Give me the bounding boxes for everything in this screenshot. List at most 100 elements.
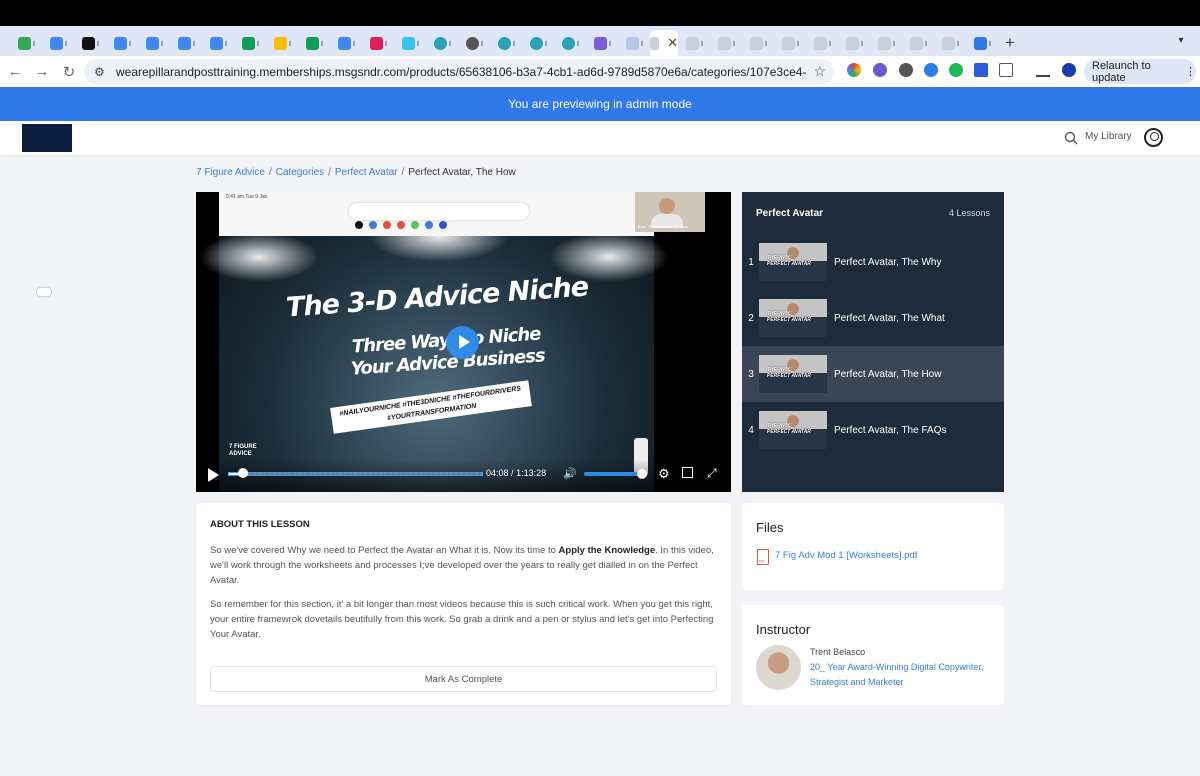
webcam-overlay: Trent "Pillar Hacker" Belasco	[635, 192, 705, 232]
forward-icon[interactable]: →	[30, 60, 54, 84]
seek-bar[interactable]	[228, 468, 483, 478]
extension-icon[interactable]	[949, 63, 963, 77]
logo-mark	[36, 287, 52, 297]
tab[interactable]	[10, 30, 42, 56]
extension-icon[interactable]	[873, 63, 887, 77]
tab[interactable]	[490, 30, 522, 56]
site-info-icon[interactable]: ⚙	[94, 65, 110, 79]
tab[interactable]	[138, 30, 170, 56]
download-icon[interactable]	[1036, 63, 1050, 77]
extension-icon[interactable]	[899, 63, 913, 77]
lesson-item[interactable]: 2 Perfect Avatar, The What	[742, 290, 1004, 346]
site-logo[interactable]	[22, 124, 72, 297]
tab[interactable]	[266, 30, 298, 56]
new-tab-button[interactable]: +	[998, 30, 1022, 56]
about-text: So we've covered Why we need to Perfect …	[210, 545, 559, 556]
lesson-thumbnail	[759, 299, 827, 337]
tab[interactable]	[586, 30, 618, 56]
breadcrumb-link[interactable]: Categories	[276, 167, 324, 178]
tab[interactable]	[106, 30, 138, 56]
tab-active[interactable]: ✕	[650, 30, 678, 56]
video-player[interactable]: 9:41 am Tue 9 Jan The 3-D Advice Niche T…	[196, 192, 731, 492]
avatar	[756, 645, 801, 690]
tab[interactable]	[554, 30, 586, 56]
slack-icon	[401, 36, 415, 50]
search-icon[interactable]	[1064, 131, 1078, 145]
tab[interactable]	[678, 30, 710, 56]
tab[interactable]	[458, 30, 490, 56]
tab[interactable]	[74, 30, 106, 56]
duration: 1:13:28	[516, 468, 547, 478]
breadcrumb: 7 Figure Advice / Categories / Perfect A…	[196, 167, 516, 178]
lesson-item[interactable]: 4 Perfect Avatar, The FAQs	[742, 402, 1004, 458]
reload-icon[interactable]: ↻	[57, 60, 81, 84]
mark-complete-button[interactable]: Mark As Complete	[210, 666, 717, 692]
url-text[interactable]: wearepillarandposttraining.memberships.m…	[116, 65, 806, 79]
tab[interactable]	[42, 30, 74, 56]
docs-icon	[337, 36, 351, 50]
breadcrumb-separator: /	[268, 167, 272, 178]
play-icon[interactable]	[208, 468, 219, 482]
page-icon	[941, 36, 955, 50]
tab[interactable]	[838, 30, 870, 56]
big-play-button[interactable]	[446, 326, 479, 359]
tab[interactable]	[934, 30, 966, 56]
tab[interactable]	[330, 30, 362, 56]
files-heading: Files	[756, 520, 784, 535]
tab[interactable]	[394, 30, 426, 56]
tab[interactable]	[774, 30, 806, 56]
volume-slider[interactable]	[584, 472, 644, 476]
puzzle-icon[interactable]	[999, 63, 1013, 77]
my-library-link[interactable]: My Library	[1085, 131, 1132, 142]
color-swatches	[355, 221, 447, 229]
lesson-thumbnail	[759, 355, 827, 393]
tab[interactable]	[522, 30, 554, 56]
slack-icon	[369, 36, 383, 50]
breadcrumb-link[interactable]: Perfect Avatar	[335, 167, 398, 178]
settings-icon[interactable]: ⚙	[658, 466, 670, 482]
profile-icon[interactable]	[1062, 63, 1076, 77]
tab[interactable]	[202, 30, 234, 56]
breadcrumb-link[interactable]: 7 Figure Advice	[196, 167, 265, 178]
back-icon[interactable]: ←	[3, 60, 27, 84]
app-icon	[973, 36, 987, 50]
tab-search-icon[interactable]: ▾	[1172, 31, 1190, 49]
about-lesson-card: ABOUT THIS LESSON So we've covered Why w…	[196, 503, 731, 705]
omnibox[interactable]: ⚙ wearepillarandposttraining.memberships…	[84, 59, 834, 84]
tab[interactable]	[362, 30, 394, 56]
tab[interactable]	[742, 30, 774, 56]
relaunch-button[interactable]: Relaunch to update ⋮	[1084, 59, 1196, 84]
tab[interactable]	[618, 30, 650, 56]
fullscreen-icon[interactable]: ⤢	[707, 466, 717, 481]
lesson-item-active[interactable]: 3 Perfect Avatar, The How	[742, 346, 1004, 402]
tab[interactable]	[902, 30, 934, 56]
lesson-thumbnail	[759, 411, 827, 449]
tab[interactable]	[234, 30, 266, 56]
popout-icon[interactable]	[682, 467, 693, 478]
file-link[interactable]: 7 Fig Adv Mod 1 [Worksheets].pdf	[775, 550, 917, 561]
page-icon	[813, 36, 827, 50]
tab[interactable]	[966, 30, 998, 56]
close-icon[interactable]: ✕	[667, 35, 678, 51]
instructor-card: Instructor Trent Belasco 20_ Year Award-…	[742, 605, 1004, 705]
page-icon	[749, 36, 763, 50]
page-icon	[909, 36, 923, 50]
volume-icon[interactable]: 🔊	[563, 467, 577, 480]
tab[interactable]	[710, 30, 742, 56]
seek-handle[interactable]	[238, 468, 249, 478]
tab[interactable]	[170, 30, 202, 56]
account-icon[interactable]	[1144, 128, 1163, 147]
extension-icon[interactable]	[847, 63, 861, 77]
tab[interactable]	[806, 30, 838, 56]
extension-icon[interactable]	[974, 63, 988, 77]
volume-handle[interactable]	[637, 469, 647, 479]
lesson-item[interactable]: 1 Perfect Avatar, The Why	[742, 234, 1004, 290]
playlist-title: Perfect Avatar	[756, 208, 824, 219]
tool-pill	[349, 203, 529, 220]
time-separator: /	[511, 468, 514, 478]
tab[interactable]	[870, 30, 902, 56]
extension-icon[interactable]	[924, 63, 938, 77]
tab[interactable]	[426, 30, 458, 56]
bookmark-star-icon[interactable]: ☆	[813, 63, 826, 80]
tab[interactable]	[298, 30, 330, 56]
